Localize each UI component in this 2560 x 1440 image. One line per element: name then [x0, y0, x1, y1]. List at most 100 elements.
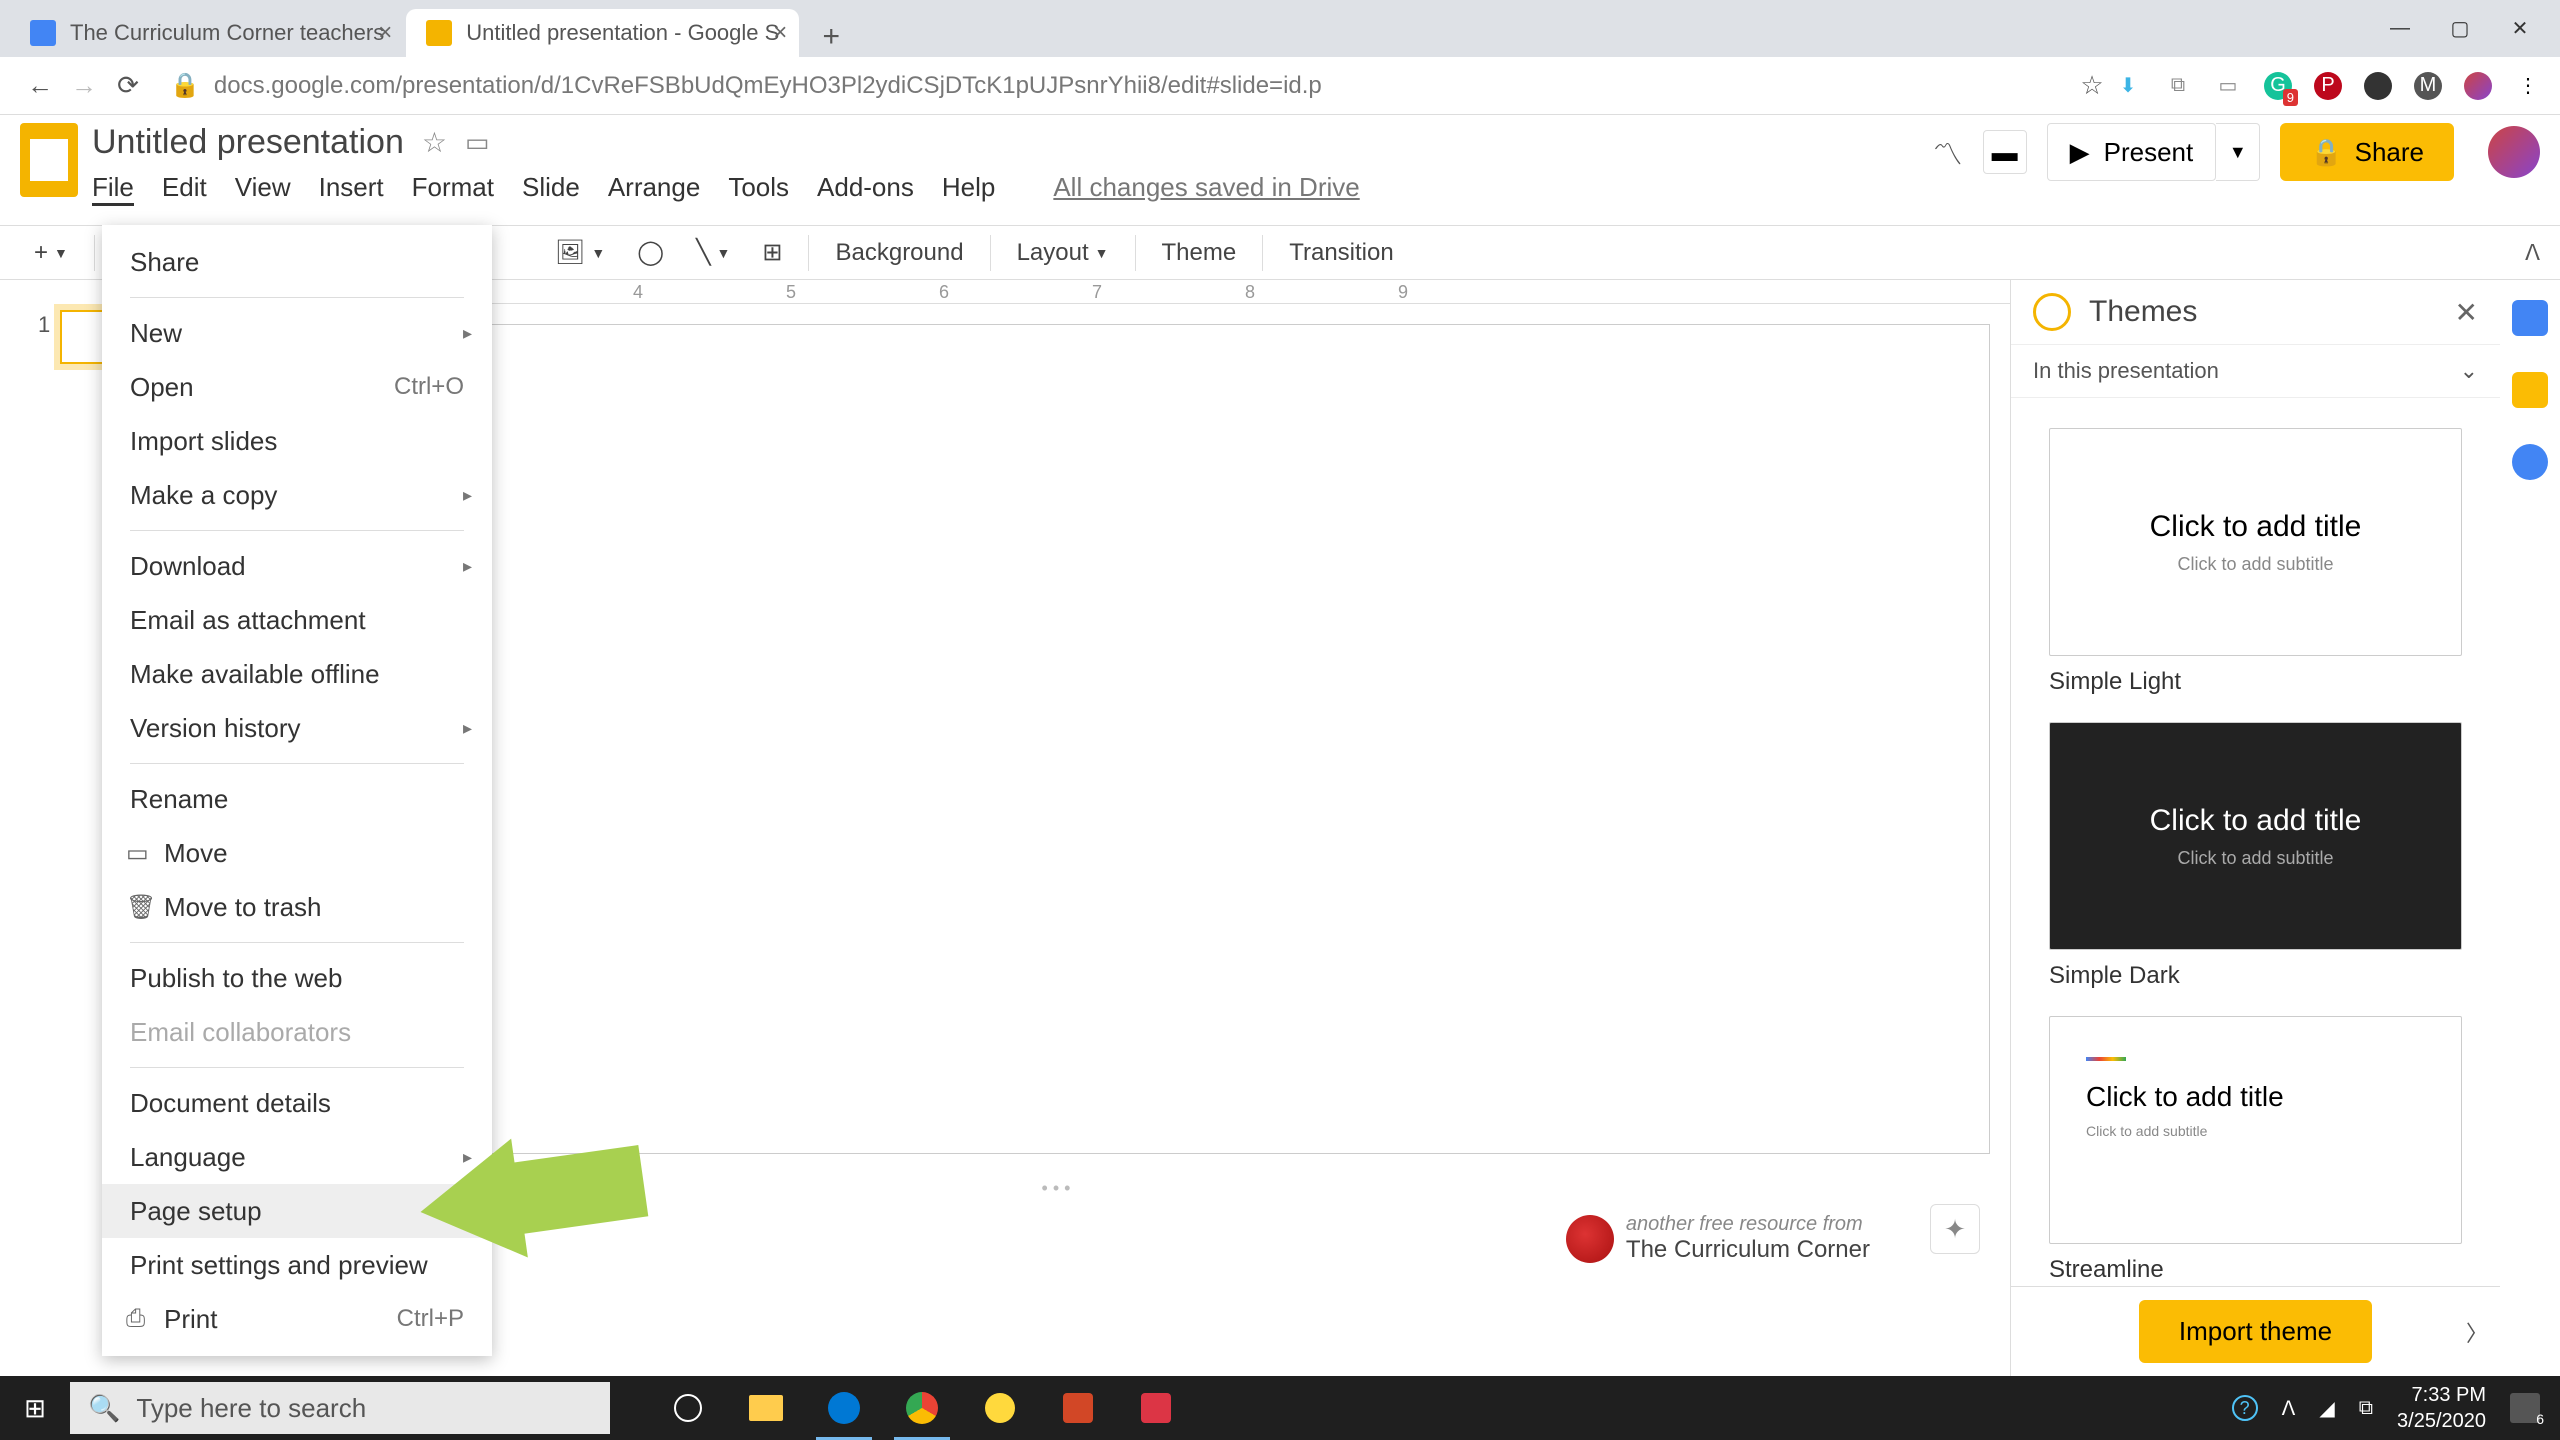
share-button[interactable]: 🔒 Share — [2280, 123, 2454, 181]
shape-button[interactable]: ◯ — [623, 230, 678, 275]
chevron-right-icon[interactable]: 〉 — [2466, 1316, 2488, 1348]
url-field[interactable]: 🔒 docs.google.com/presentation/d/1CvReFS… — [150, 71, 2070, 100]
minimize-icon[interactable]: — — [2370, 8, 2430, 48]
menu-edit[interactable]: Edit — [162, 172, 207, 206]
close-icon[interactable]: × — [378, 19, 392, 47]
menu-slide[interactable]: Slide — [522, 172, 580, 206]
menu-move[interactable]: ▭Move — [102, 826, 492, 880]
explore-button[interactable]: ✦ — [1930, 1204, 1980, 1254]
menu-insert[interactable]: Insert — [319, 172, 384, 206]
chrome-icon[interactable] — [884, 1376, 960, 1440]
start-button[interactable]: ⊞ — [0, 1376, 70, 1440]
theme-card-streamline[interactable]: Click to add title Click to add subtitle — [2049, 1016, 2462, 1244]
submenu-icon: ▸ — [463, 323, 472, 344]
reload-icon[interactable]: ⟳ — [106, 64, 150, 108]
back-icon[interactable]: ← — [18, 64, 62, 108]
move-folder-icon[interactable]: ▭ — [465, 127, 490, 158]
menu-help[interactable]: Help — [942, 172, 995, 206]
keep-icon[interactable] — [2512, 372, 2548, 408]
menu-arrange[interactable]: Arrange — [608, 172, 701, 206]
tray-chevron-icon[interactable]: ᐱ — [2282, 1396, 2296, 1421]
address-bar: ← → ⟳ 🔒 docs.google.com/presentation/d/1… — [0, 57, 2560, 115]
theme-card-simple-dark[interactable]: Click to add title Click to add subtitle — [2049, 722, 2462, 950]
account-avatar[interactable] — [2488, 126, 2540, 178]
document-title[interactable]: Untitled presentation — [92, 123, 404, 162]
comments-icon[interactable]: ▬ — [1983, 130, 2027, 174]
star-icon[interactable]: ☆ — [2070, 64, 2114, 108]
grammarly-icon[interactable]: G9 — [2264, 72, 2292, 100]
menu-view[interactable]: View — [235, 172, 291, 206]
line-button[interactable]: ╲ ▼ — [682, 230, 744, 275]
slides-logo[interactable] — [20, 123, 78, 197]
menu-document-details[interactable]: Document details — [102, 1076, 492, 1130]
menu-file[interactable]: File — [92, 172, 134, 206]
menu-trash[interactable]: 🗑Move to trash — [102, 880, 492, 934]
maximize-icon[interactable]: ▢ — [2430, 8, 2490, 48]
close-icon[interactable]: × — [773, 19, 787, 47]
browser-tab[interactable]: Untitled presentation - Google S × — [406, 9, 799, 57]
theme-card-simple-light[interactable]: Click to add title Click to add subtitle — [2049, 428, 2462, 656]
dropbox-icon[interactable]: ⧉ — [2359, 1397, 2373, 1420]
new-tab-button[interactable]: + — [811, 17, 851, 57]
acrobat-icon[interactable] — [1118, 1376, 1194, 1440]
menu-icon[interactable]: ⋮ — [2514, 72, 2542, 100]
gmail-icon[interactable]: M — [2414, 72, 2442, 100]
app-icon[interactable] — [962, 1376, 1038, 1440]
help-icon[interactable]: ? — [2232, 1395, 2258, 1421]
menu-addons[interactable]: Add-ons — [817, 172, 914, 206]
menu-rename[interactable]: Rename — [102, 772, 492, 826]
menu-email-collaborators: Email collaborators — [102, 1005, 492, 1059]
close-window-icon[interactable]: ✕ — [2490, 8, 2550, 48]
image-button[interactable]: 🖼 ▼ — [541, 230, 619, 275]
menu-publish[interactable]: Publish to the web — [102, 951, 492, 1005]
star-icon[interactable]: ☆ — [422, 126, 447, 159]
transition-button[interactable]: Transition — [1275, 231, 1407, 275]
search-input[interactable]: 🔍 Type here to search — [70, 1382, 610, 1434]
edge-icon[interactable] — [806, 1376, 882, 1440]
tasks-icon[interactable] — [2512, 444, 2548, 480]
dropbox-icon[interactable]: ⧉ — [2164, 72, 2192, 100]
layout-button[interactable]: Layout ▼ — [1003, 231, 1123, 275]
menu-new[interactable]: New▸ — [102, 306, 492, 360]
cortana-icon[interactable] — [650, 1376, 726, 1440]
clock[interactable]: 7:33 PM 3/25/2020 — [2397, 1382, 2486, 1434]
profile-avatar[interactable] — [2464, 72, 2492, 100]
apple-icon — [1566, 1215, 1614, 1263]
forward-icon[interactable]: → — [62, 64, 106, 108]
menu-open[interactable]: OpenCtrl+O — [102, 360, 492, 414]
menu-format[interactable]: Format — [412, 172, 494, 206]
calendar-icon[interactable] — [2512, 300, 2548, 336]
pinterest-icon[interactable]: P — [2314, 72, 2342, 100]
explorer-icon[interactable] — [728, 1376, 804, 1440]
close-icon[interactable]: ✕ — [2455, 296, 2478, 329]
save-status[interactable]: All changes saved in Drive — [1053, 172, 1359, 206]
collapse-icon[interactable]: ᐱ — [2525, 240, 2540, 266]
browser-tab[interactable]: The Curriculum Corner teachers × — [10, 9, 404, 57]
themes-filter[interactable]: In this presentation ⌄ — [2011, 344, 2500, 398]
import-theme-button[interactable]: Import theme — [2139, 1300, 2372, 1363]
menu-share[interactable]: Share — [102, 235, 492, 289]
menu-download[interactable]: Download▸ — [102, 539, 492, 593]
background-button[interactable]: Background — [821, 231, 977, 275]
notifications-icon[interactable]: 6 — [2510, 1393, 2540, 1423]
present-dropdown[interactable]: ▼ — [2216, 123, 2260, 181]
tab-title: The Curriculum Corner teachers — [70, 20, 384, 46]
comment-button[interactable]: ⊞ — [748, 230, 796, 275]
menu-make-copy[interactable]: Make a copy▸ — [102, 468, 492, 522]
extension-icon[interactable]: ⬇ — [2114, 72, 2142, 100]
extension-icon[interactable]: ▭ — [2214, 72, 2242, 100]
menu-import-slides[interactable]: Import slides — [102, 414, 492, 468]
url-text: docs.google.com/presentation/d/1CvReFSBb… — [214, 72, 1322, 100]
menu-version-history[interactable]: Version history▸ — [102, 701, 492, 755]
menu-tools[interactable]: Tools — [728, 172, 789, 206]
wifi-icon[interactable]: ◢ — [2319, 1396, 2334, 1421]
theme-button[interactable]: Theme — [1148, 231, 1251, 275]
present-button[interactable]: ▶ Present — [2047, 123, 2217, 181]
extension-icon[interactable] — [2364, 72, 2392, 100]
menu-offline[interactable]: Make available offline — [102, 647, 492, 701]
new-slide-button[interactable]: + ▼ — [20, 231, 82, 275]
powerpoint-icon[interactable] — [1040, 1376, 1116, 1440]
activity-icon[interactable]: 〽 — [1933, 130, 1963, 174]
menu-print[interactable]: ⎙PrintCtrl+P — [102, 1292, 492, 1346]
menu-email-attachment[interactable]: Email as attachment — [102, 593, 492, 647]
